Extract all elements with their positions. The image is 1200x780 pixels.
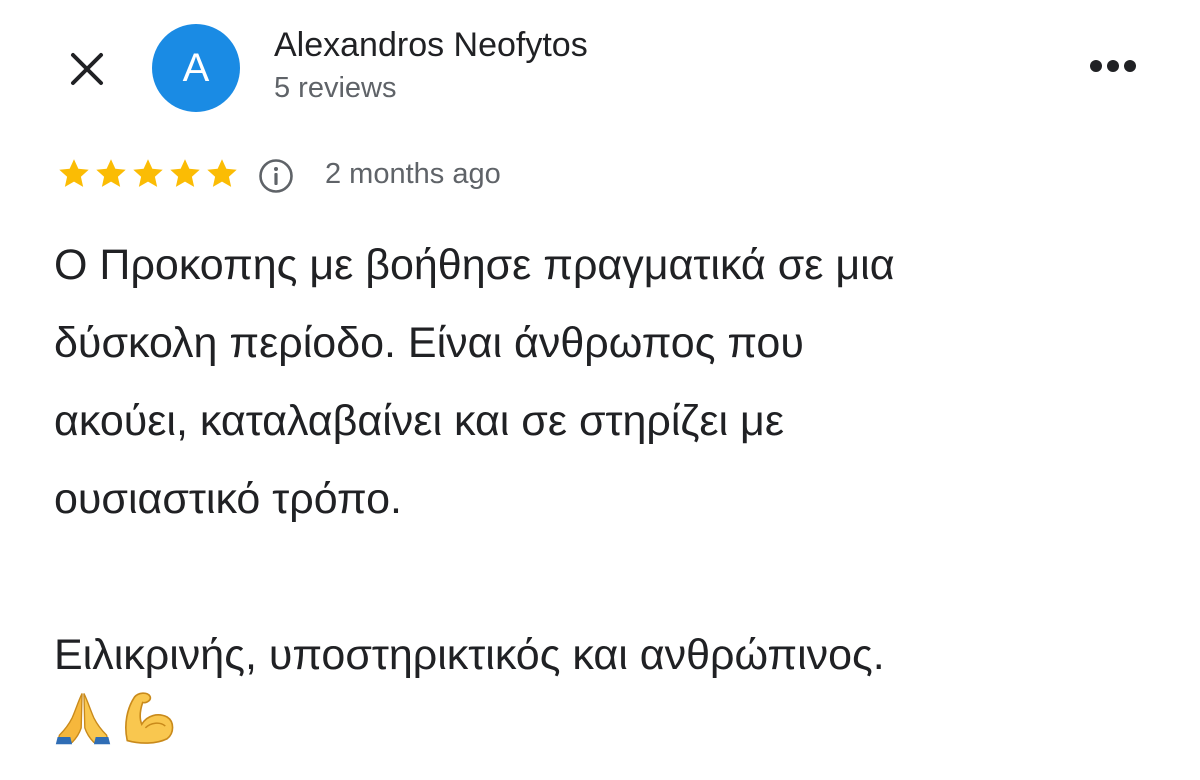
- review-text-line: ουσιαστικό τρόπο.: [54, 475, 402, 523]
- close-button[interactable]: [58, 40, 116, 98]
- info-icon: [259, 159, 293, 193]
- review-text-line: Ο Προκοπης με βοήθησε πραγματικά σε μια: [54, 241, 895, 289]
- reviewer-name[interactable]: Alexandros Neofytos: [274, 26, 588, 65]
- flexed-biceps-emoji: [125, 692, 174, 744]
- review-emojis: [54, 688, 178, 746]
- close-icon: [71, 53, 103, 85]
- review-text-line: ακούει, καταλαβαίνει και σε στηρίζει με: [54, 397, 784, 445]
- star-icon: [170, 159, 200, 187]
- star-icon: [207, 159, 237, 187]
- rating-info-button[interactable]: [256, 156, 296, 196]
- star-icon: [96, 159, 126, 187]
- reviewer-reviews-count[interactable]: 5 reviews: [274, 72, 397, 105]
- review-text-line: δύσκολη περίοδο. Είναι άνθρωπος που: [54, 319, 804, 367]
- review-text: Ο Προκοπης με βοήθησε πραγματικά σε μια …: [54, 226, 1164, 694]
- review-text-line: Ειλικρινής, υποστηρικτικός και ανθρώπινο…: [54, 631, 885, 679]
- star-rating: [56, 156, 241, 192]
- avatar-letter: A: [182, 45, 210, 90]
- star-icon: [59, 159, 89, 187]
- more-horiz-icon: [1090, 60, 1136, 72]
- avatar[interactable]: A: [152, 24, 240, 112]
- folded-hands-emoji: [55, 693, 111, 745]
- more-options-button[interactable]: [1080, 44, 1146, 88]
- review-date: 2 months ago: [325, 158, 501, 190]
- star-icon: [133, 159, 163, 187]
